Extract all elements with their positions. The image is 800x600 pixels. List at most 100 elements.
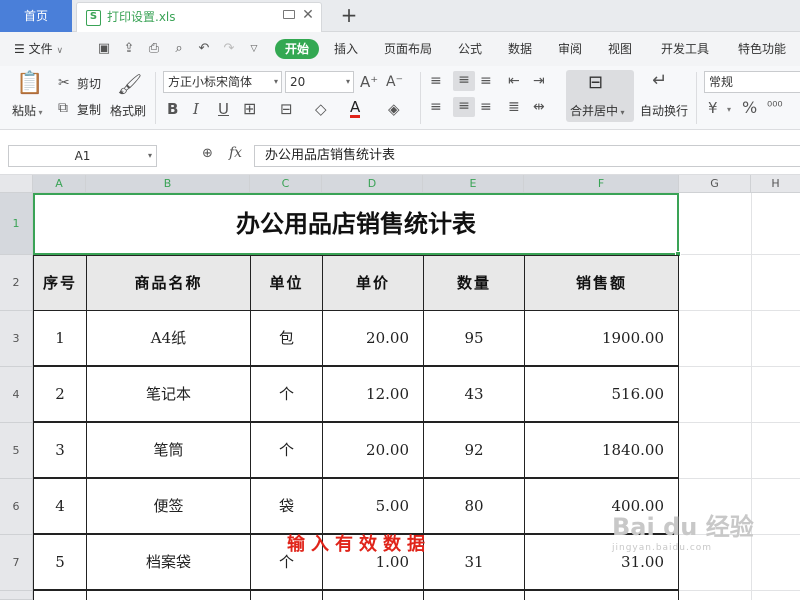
menu-tab-view[interactable]: 视图	[608, 32, 632, 66]
undo-icon[interactable]: ↶	[196, 41, 212, 57]
row-header-1[interactable]: 1	[0, 193, 33, 255]
border-icon[interactable]: ⊞	[243, 100, 256, 118]
table-cell[interactable]	[322, 590, 424, 600]
wrap-text-icon[interactable]: ↵	[652, 72, 667, 90]
header-cell-index[interactable]: 序号	[33, 255, 87, 311]
column-header-f[interactable]: F	[524, 175, 679, 193]
menu-tab-review[interactable]: 审阅	[558, 32, 582, 66]
decrease-indent-icon[interactable]: ⇤	[508, 72, 520, 90]
name-box[interactable]: A1 ▾	[8, 145, 157, 167]
redo-icon[interactable]: ↷	[221, 41, 237, 57]
merge-center-button[interactable]: ⊟ 合并居中 ▾	[566, 70, 634, 122]
table-cell[interactable]: 95	[423, 310, 525, 366]
row-header-3[interactable]: 3	[0, 311, 33, 367]
table-cell[interactable]: 20.00	[322, 422, 424, 478]
cell-a1-title[interactable]: 办公用品店销售统计表	[33, 193, 679, 255]
increase-font-icon[interactable]: A⁺	[360, 73, 378, 91]
row-header-6[interactable]: 6	[0, 479, 33, 535]
table-cell[interactable]	[250, 590, 323, 600]
table-cell[interactable]: 92	[423, 422, 525, 478]
currency-icon[interactable]: ¥	[708, 99, 718, 117]
header-cell-sales[interactable]: 销售额	[524, 255, 679, 311]
number-format-select[interactable]: 常规	[704, 71, 800, 93]
menu-tab-data[interactable]: 数据	[508, 32, 532, 66]
table-cell[interactable]: 1840.00	[524, 422, 679, 478]
column-header-b[interactable]: B	[86, 175, 250, 193]
table-cell[interactable]: 5	[33, 534, 87, 590]
thousands-separator-icon[interactable]: ⁰⁰⁰	[767, 99, 783, 117]
close-tab-icon[interactable]: ✕	[300, 5, 316, 25]
table-cell[interactable]: 1	[33, 310, 87, 366]
window-monitor-icon[interactable]	[283, 10, 295, 19]
new-tab-icon[interactable]: +	[338, 3, 360, 27]
font-color-icon[interactable]: A	[350, 99, 361, 118]
scissors-icon[interactable]: ✂	[58, 74, 70, 92]
table-cell[interactable]: 包	[250, 310, 323, 366]
zoom-search-icon[interactable]: ⊕	[202, 146, 218, 162]
wrap-text-button[interactable]: 自动换行	[640, 102, 688, 119]
table-cell[interactable]	[524, 590, 679, 600]
menu-tab-formulas[interactable]: 公式	[458, 32, 482, 66]
header-cell-quantity[interactable]: 数量	[423, 255, 525, 311]
row-header-8[interactable]	[0, 591, 33, 600]
menu-tab-insert[interactable]: 插入	[334, 32, 358, 66]
table-cell[interactable]: 43	[423, 366, 525, 422]
menu-tab-developer[interactable]: 开发工具	[661, 32, 709, 66]
align-middle-icon[interactable]: ≡	[453, 71, 475, 91]
paste-button[interactable]: 粘贴 ▾	[12, 102, 43, 119]
font-size-select[interactable]: 20 ▾	[285, 71, 354, 93]
cut-button[interactable]: 剪切	[77, 75, 101, 92]
menu-tab-home[interactable]: 开始	[275, 39, 320, 59]
table-cell[interactable]: 31	[423, 534, 525, 590]
copy-icon[interactable]: ⧉	[58, 99, 68, 117]
format-painter-icon[interactable]: 🖌	[117, 72, 142, 96]
print-icon[interactable]: ⎙	[146, 41, 162, 57]
share-icon[interactable]: ⇪	[121, 41, 137, 57]
fx-button[interactable]: fx	[229, 145, 242, 161]
table-cell[interactable]: 3	[33, 422, 87, 478]
clear-format-icon[interactable]: ◈	[388, 100, 400, 118]
table-cell[interactable]: 档案袋	[86, 534, 251, 590]
table-cell[interactable]: 20.00	[322, 310, 424, 366]
fill-pattern-icon[interactable]: ⊟	[280, 100, 293, 118]
header-cell-product[interactable]: 商品名称	[86, 255, 251, 311]
table-cell[interactable]: 个	[250, 366, 323, 422]
column-header-g[interactable]: G	[679, 175, 751, 193]
header-cell-price[interactable]: 单价	[322, 255, 424, 311]
save-icon[interactable]: ▣	[96, 41, 112, 57]
table-cell[interactable]: 5.00	[322, 478, 424, 534]
column-header-a[interactable]: A	[33, 175, 86, 193]
row-header-5[interactable]: 5	[0, 423, 33, 479]
underline-button[interactable]: U	[218, 100, 229, 118]
chevron-down-icon[interactable]: ▾	[727, 101, 731, 119]
format-painter-button[interactable]: 格式刷	[110, 102, 146, 119]
align-right-icon[interactable]: ≡	[480, 98, 492, 116]
table-cell[interactable]: 个	[250, 422, 323, 478]
table-cell[interactable]: 80	[423, 478, 525, 534]
align-center-icon[interactable]: ≡	[453, 97, 475, 117]
justify-icon[interactable]: ≣	[508, 98, 520, 116]
print-preview-icon[interactable]: ⌕	[171, 41, 187, 57]
column-header-h[interactable]: H	[751, 175, 800, 193]
table-cell[interactable]: 1900.00	[524, 310, 679, 366]
align-top-icon[interactable]: ≡	[430, 72, 442, 90]
italic-button[interactable]: I	[193, 100, 199, 118]
table-cell[interactable]: A4纸	[86, 310, 251, 366]
decrease-font-icon[interactable]: A⁻	[386, 73, 403, 91]
table-cell[interactable]	[423, 590, 525, 600]
fill-color-icon[interactable]: ◇	[315, 100, 327, 118]
select-all-corner[interactable]	[0, 175, 33, 193]
table-cell[interactable]: 便签	[86, 478, 251, 534]
distribute-icon[interactable]: ⇹	[533, 98, 545, 116]
table-cell[interactable]: 12.00	[322, 366, 424, 422]
tab-home[interactable]: 首页	[0, 0, 72, 32]
table-cell[interactable]: 笔记本	[86, 366, 251, 422]
font-name-select[interactable]: 方正小标宋简体 ▾	[163, 71, 282, 93]
align-left-icon[interactable]: ≡	[430, 98, 442, 116]
table-cell[interactable]: 袋	[250, 478, 323, 534]
table-cell[interactable]	[86, 590, 251, 600]
copy-button[interactable]: 复制	[77, 101, 101, 118]
increase-indent-icon[interactable]: ⇥	[533, 72, 545, 90]
column-header-d[interactable]: D	[322, 175, 423, 193]
menu-tab-page-layout[interactable]: 页面布局	[384, 32, 432, 66]
